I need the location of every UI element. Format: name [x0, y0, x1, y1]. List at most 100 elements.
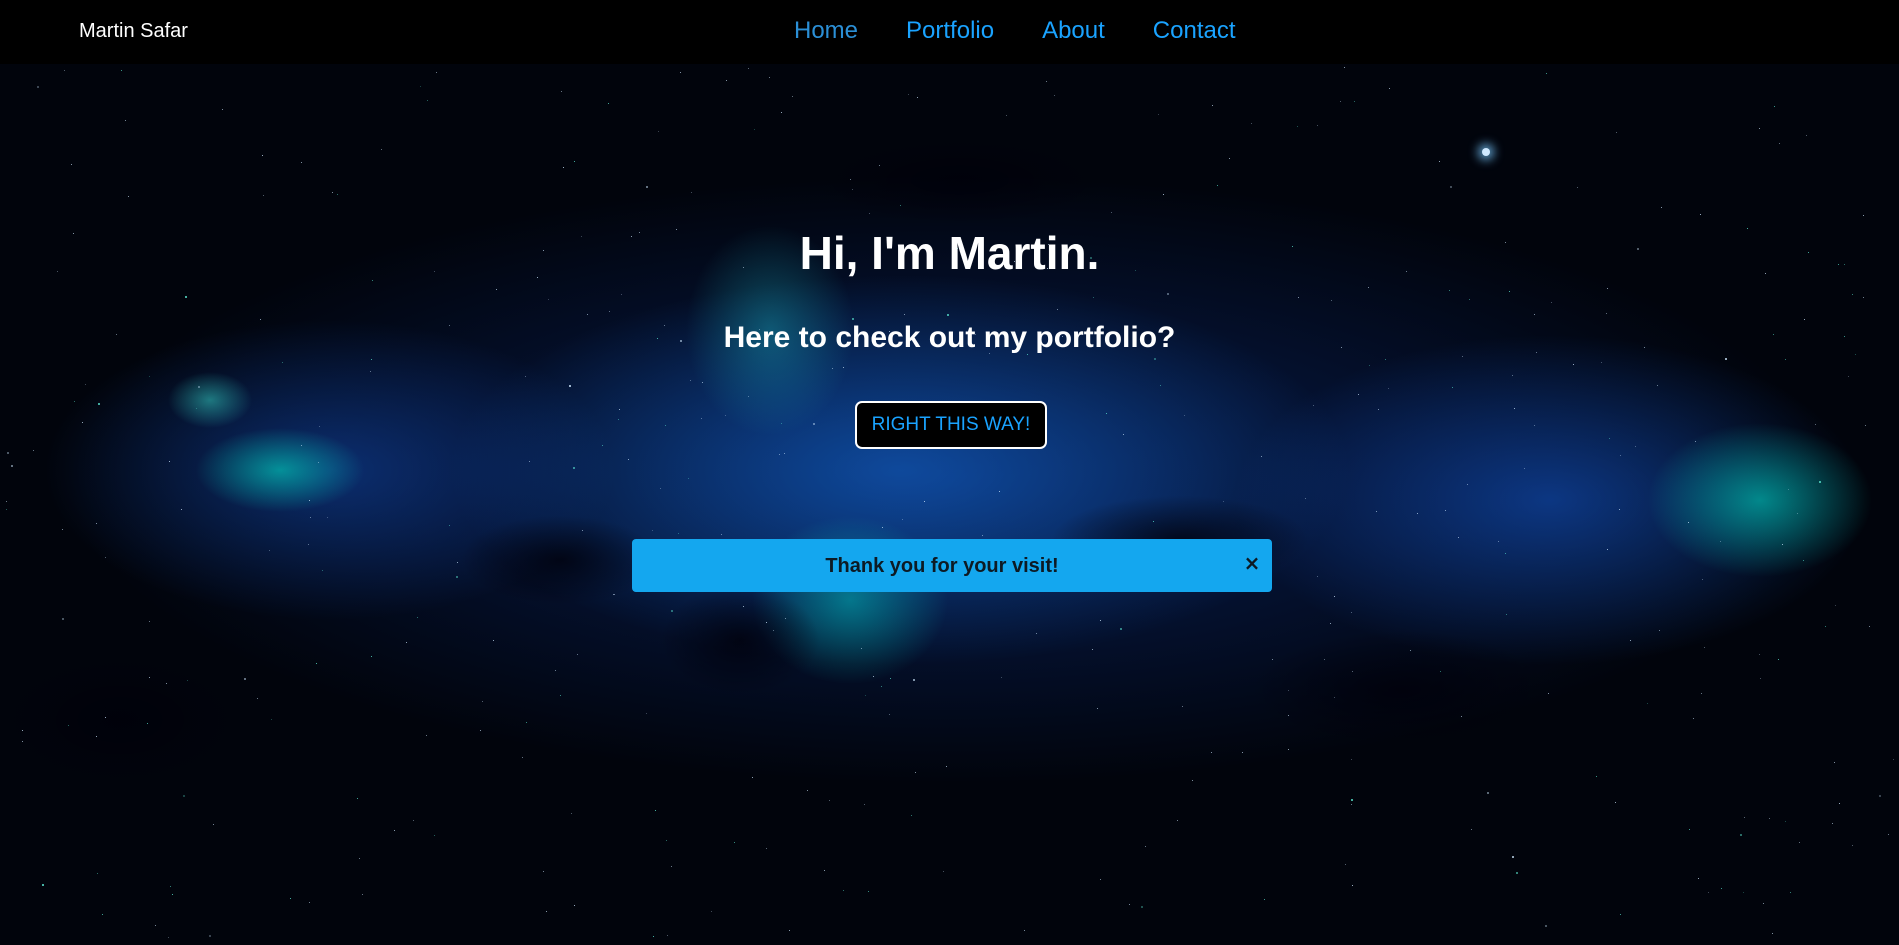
star: [526, 722, 527, 723]
star: [1774, 106, 1775, 107]
star: [789, 930, 790, 931]
star: [1229, 158, 1230, 159]
brand-link[interactable]: Martin Safar: [79, 20, 188, 43]
star: [308, 544, 309, 545]
star: [1865, 425, 1866, 426]
star: [1324, 659, 1325, 660]
star: [1512, 856, 1514, 858]
star: [1100, 620, 1101, 621]
star: [1760, 678, 1761, 679]
star: [71, 164, 72, 165]
star: [1410, 650, 1411, 651]
star: [1514, 408, 1515, 409]
star: [449, 525, 450, 526]
star: [166, 683, 167, 684]
star: [667, 935, 668, 936]
star: [1879, 795, 1881, 797]
star: [257, 698, 258, 699]
star: [522, 757, 523, 758]
star: [652, 530, 653, 531]
star: [1317, 576, 1318, 577]
star: [1869, 626, 1870, 627]
star: [1417, 513, 1418, 514]
star: [900, 205, 901, 206]
star: [690, 380, 691, 381]
star: [824, 870, 825, 871]
star: [185, 296, 187, 298]
star: [1340, 101, 1341, 102]
star: [1702, 579, 1703, 580]
star: [97, 873, 98, 874]
star: [1596, 776, 1597, 777]
star: [1123, 434, 1124, 435]
nav-link-portfolio[interactable]: Portfolio: [906, 17, 994, 45]
star: [1351, 759, 1352, 760]
star: [1036, 633, 1037, 634]
star: [22, 730, 23, 731]
star: [6, 509, 7, 510]
star: [766, 848, 767, 849]
star: [149, 621, 150, 622]
star: [832, 368, 833, 369]
star: [1888, 834, 1889, 835]
star: [426, 735, 427, 736]
star: [1688, 522, 1689, 523]
star: [1721, 888, 1722, 889]
nav-link-about[interactable]: About: [1042, 17, 1105, 45]
star: [1100, 879, 1101, 880]
right-this-way-button[interactable]: RIGHT THIS WAY!: [855, 401, 1047, 449]
star: [769, 77, 770, 78]
star: [561, 91, 562, 92]
bright-star: [1482, 148, 1490, 156]
star: [1217, 185, 1218, 186]
star: [319, 426, 320, 427]
star: [1251, 123, 1252, 124]
star: [1184, 415, 1185, 416]
star: [879, 165, 880, 166]
close-icon[interactable]: ×: [1242, 551, 1262, 575]
star: [62, 529, 63, 530]
star: [1785, 359, 1786, 360]
star: [688, 478, 689, 479]
star: [128, 196, 129, 197]
star: [1211, 752, 1212, 753]
nav-link-home[interactable]: Home: [794, 17, 858, 45]
star: [1769, 818, 1770, 819]
star: [1458, 537, 1459, 538]
dust-cloud: [0, 650, 250, 790]
star: [602, 445, 603, 446]
star: [569, 385, 571, 387]
star: [680, 72, 681, 73]
star: [381, 149, 382, 150]
star: [1154, 358, 1156, 360]
star: [1452, 387, 1453, 388]
star: [1799, 842, 1800, 843]
star: [1024, 930, 1025, 931]
star: [1657, 385, 1658, 386]
star: [1788, 489, 1789, 490]
star: [890, 678, 891, 679]
star: [98, 403, 100, 405]
star: [1778, 659, 1779, 660]
hero-subtitle: Here to check out my portfolio?: [723, 321, 1176, 354]
nav-links: Home Portfolio About Contact: [794, 17, 1284, 45]
star: [560, 695, 561, 696]
star: [394, 830, 395, 831]
star: [574, 161, 575, 162]
star: [370, 371, 371, 372]
star: [147, 723, 148, 724]
star: [480, 730, 481, 731]
star: [1740, 834, 1742, 836]
star: [653, 936, 654, 937]
nav-link-contact[interactable]: Contact: [1153, 17, 1236, 45]
star: [85, 384, 86, 385]
star: [1092, 649, 1093, 650]
star: [904, 314, 905, 315]
star: [62, 618, 64, 620]
star: [310, 517, 311, 518]
star: [1344, 67, 1345, 68]
star: [619, 409, 620, 410]
star: [316, 663, 317, 664]
star: [1577, 187, 1578, 188]
star: [1725, 358, 1727, 360]
